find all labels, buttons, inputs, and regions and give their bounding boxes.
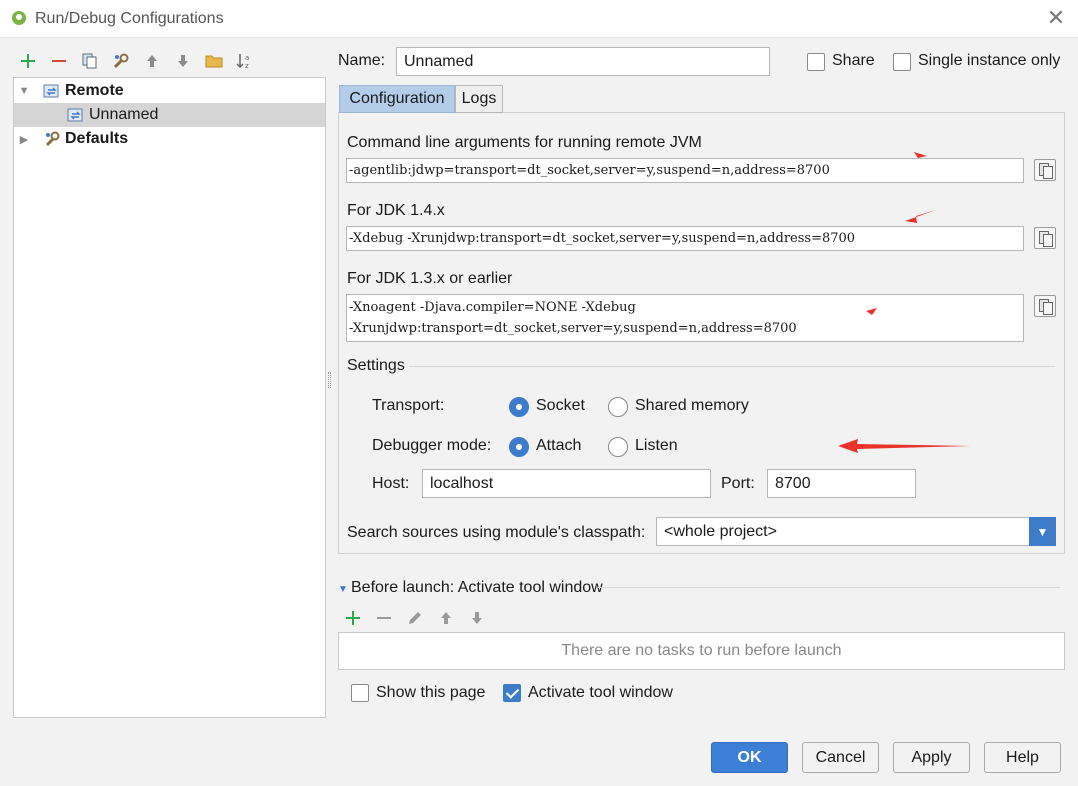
expanded-arrow-icon[interactable]: ▼ <box>19 85 30 97</box>
jdk13-args-line: -Xnoagent -Djava.compiler=NONE -Xdebug <box>349 300 636 315</box>
remove-task-icon[interactable] <box>373 607 395 629</box>
copy-jdk14-args-icon[interactable] <box>1034 227 1056 249</box>
annotation-arrows <box>838 152 971 453</box>
help-button-label: Help <box>1006 748 1039 766</box>
transport-shared-memory-radio[interactable] <box>608 397 628 417</box>
apply-button[interactable]: Apply <box>893 742 970 773</box>
tree-item-label: Defaults <box>65 130 129 147</box>
host-label: Host: <box>372 475 410 492</box>
annotation-arrow-icon <box>866 308 877 315</box>
single-instance-label: Single instance only <box>918 52 1061 69</box>
tab-logs[interactable]: Logs <box>455 85 503 113</box>
show-this-page-label: Show this page <box>376 684 486 701</box>
tab-label: Logs <box>461 90 497 107</box>
before-launch-task-list: There are no tasks to run before launch <box>338 632 1065 670</box>
add-icon[interactable] <box>17 50 39 72</box>
tab-configuration[interactable]: Configuration <box>339 85 455 113</box>
debugger-attach-radio[interactable] <box>509 437 529 457</box>
debugger-listen-radio[interactable] <box>608 437 628 457</box>
tree-item-defaults[interactable]: ▶ Defaults <box>14 127 325 151</box>
tree-item-label: Remote <box>65 82 124 99</box>
cancel-button-label: Cancel <box>815 748 866 766</box>
title-bar: Run/Debug Configurations ✕ <box>0 0 1078 38</box>
move-task-up-icon[interactable] <box>435 607 457 629</box>
activate-tool-window-checkbox[interactable] <box>503 684 521 702</box>
remote-config-icon <box>43 84 59 98</box>
settings-section-label: Settings <box>347 357 405 374</box>
tab-label: Configuration <box>349 90 445 107</box>
search-sources-value: <whole project> <box>664 523 777 540</box>
before-launch-title[interactable]: Before launch: Activate tool window <box>351 579 603 597</box>
annotation-arrow-icon <box>905 210 936 223</box>
show-this-page-checkbox[interactable] <box>351 684 369 702</box>
name-input[interactable]: Unnamed <box>396 47 770 76</box>
transport-label: Transport: <box>372 397 445 414</box>
collapsed-arrow-icon[interactable]: ▶ <box>19 134 29 146</box>
jdk13-args-line: -Xrunjdwp:transport=dt_socket,server=y,s… <box>349 321 797 336</box>
edit-defaults-icon[interactable] <box>110 50 132 72</box>
remote-config-icon <box>67 108 83 122</box>
tree-item-unnamed[interactable]: Unnamed <box>14 103 325 127</box>
svg-text:a: a <box>245 54 249 62</box>
add-task-icon[interactable] <box>342 607 364 629</box>
help-button[interactable]: Help <box>984 742 1061 773</box>
jdk14-label: For JDK 1.4.x <box>347 202 445 219</box>
before-launch-divider <box>598 587 1060 588</box>
jdk14-args-value: -Xdebug -Xrunjdwp:transport=dt_socket,se… <box>349 231 856 246</box>
jvm-args-label: Command line arguments for running remot… <box>347 134 702 151</box>
tree-item-label: Unnamed <box>89 106 159 123</box>
close-icon[interactable]: ✕ <box>1044 6 1068 30</box>
ok-button[interactable]: OK <box>711 742 788 773</box>
window-title: Run/Debug Configurations <box>35 10 224 27</box>
config-tree[interactable]: ▼ Remote Unnamed ▶ Defaults <box>13 77 326 718</box>
port-input[interactable]: 8700 <box>767 469 916 498</box>
search-sources-label: Search sources using module's classpath: <box>347 524 646 541</box>
collapse-arrow-icon[interactable]: ▼ <box>338 584 348 595</box>
transport-socket-radio[interactable] <box>509 397 529 417</box>
copy-icon[interactable] <box>78 50 100 72</box>
search-sources-dropdown[interactable]: <whole project> ▼ <box>656 517 1056 546</box>
share-checkbox[interactable] <box>807 53 825 71</box>
defaults-wrench-icon <box>45 131 60 147</box>
share-label: Share <box>832 52 875 69</box>
annotation-arrow-icon <box>838 439 971 453</box>
name-label: Name: <box>338 52 386 69</box>
transport-shared-memory-label: Shared memory <box>635 397 749 414</box>
folder-icon[interactable] <box>203 50 225 72</box>
port-input-value: 8700 <box>775 474 811 492</box>
jdk13-label: For JDK 1.3.x or earlier <box>347 270 513 287</box>
transport-socket-label: Socket <box>536 397 585 414</box>
splitter-handle[interactable] <box>328 372 331 388</box>
port-label: Port: <box>721 475 755 492</box>
copy-jvm-args-icon[interactable] <box>1034 159 1056 181</box>
jvm-args-value: -agentlib:jdwp=transport=dt_socket,serve… <box>349 163 830 178</box>
remove-icon[interactable] <box>48 50 70 72</box>
host-input[interactable]: localhost <box>422 469 711 498</box>
debugger-mode-label: Debugger mode: <box>372 437 492 454</box>
copy-jdk13-args-icon[interactable] <box>1034 295 1056 317</box>
chevron-down-icon[interactable]: ▼ <box>1029 517 1056 546</box>
move-up-icon[interactable] <box>141 50 163 72</box>
annotation-arrow-icon <box>914 152 927 158</box>
sort-icon[interactable]: az <box>234 50 256 72</box>
activate-tool-window-label: Activate tool window <box>528 684 673 701</box>
edit-task-icon[interactable] <box>404 607 426 629</box>
debugger-attach-label: Attach <box>536 437 582 454</box>
single-instance-checkbox[interactable] <box>893 53 911 71</box>
ok-button-label: OK <box>737 748 762 766</box>
debugger-listen-label: Listen <box>635 437 678 454</box>
apply-button-label: Apply <box>911 748 952 766</box>
android-studio-icon <box>12 11 26 25</box>
name-input-value: Unnamed <box>404 52 474 70</box>
move-task-down-icon[interactable] <box>466 607 488 629</box>
empty-tasks-text: There are no tasks to run before launch <box>561 642 842 659</box>
svg-text:z: z <box>245 62 249 70</box>
host-input-value: localhost <box>430 474 494 492</box>
move-down-icon[interactable] <box>172 50 194 72</box>
tree-item-remote[interactable]: ▼ Remote <box>14 79 325 103</box>
cancel-button[interactable]: Cancel <box>802 742 879 773</box>
